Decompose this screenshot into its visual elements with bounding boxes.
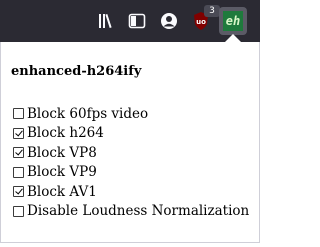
extension-icon: eh (223, 11, 243, 31)
option-block-h264[interactable]: Block h264 (13, 124, 249, 144)
account-icon[interactable] (158, 10, 180, 32)
option-disable-loudness-normalization[interactable]: Disable Loudness Normalization (13, 202, 249, 222)
option-label: Block h264 (27, 125, 104, 142)
checkbox[interactable] (13, 166, 24, 178)
ublock-badge: 3 (204, 5, 220, 17)
popup-arrow (225, 34, 241, 42)
popup-title: enhanced-h264ify (11, 64, 142, 79)
option-label: Block 60fps video (27, 105, 149, 122)
checkbox[interactable] (13, 186, 24, 198)
option-block-vp8[interactable]: Block VP8 (13, 143, 249, 163)
option-block-vp9[interactable]: Block VP9 (13, 163, 249, 183)
option-block-av1[interactable]: Block AV1 (13, 182, 249, 202)
option-block-60fps[interactable]: Block 60fps video (13, 104, 249, 124)
option-label: Disable Loudness Normalization (27, 203, 250, 220)
extension-button[interactable]: eh (219, 7, 247, 35)
checkbox[interactable] (13, 205, 24, 217)
library-icon[interactable] (96, 10, 118, 32)
option-label: Block VP8 (27, 144, 97, 161)
checkbox[interactable] (13, 108, 24, 120)
sidebar-icon[interactable] (126, 10, 148, 32)
browser-toolbar: uo 3 eh (0, 0, 260, 42)
extension-popup: enhanced-h264ify Block 60fps video Block… (0, 42, 260, 243)
option-label: Block VP9 (27, 164, 97, 181)
checkbox[interactable] (13, 147, 24, 159)
option-label: Block AV1 (27, 183, 97, 200)
svg-text:uo: uo (196, 18, 206, 26)
checkbox[interactable] (13, 127, 24, 139)
options-list: Block 60fps video Block h264 Block VP8 B… (13, 104, 249, 221)
